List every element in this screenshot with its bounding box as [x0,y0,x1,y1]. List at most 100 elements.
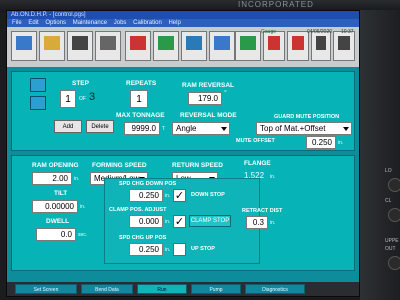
cycle-button[interactable] [181,31,207,61]
wrench-button[interactable] [209,31,235,61]
tool-icon [130,36,146,50]
step-down-arrow[interactable] [30,96,46,110]
hand-icon [338,36,350,50]
menu-bar: File Edit Options Maintenance Jobs Calib… [7,19,359,27]
person-button[interactable] [311,31,331,61]
menu-edit[interactable]: Edit [28,20,38,26]
ram-opening-value[interactable]: 2.00 [32,172,72,185]
side-button-lo[interactable] [388,178,400,192]
chevron-down-icon [221,127,227,131]
step-of-label: OF [79,96,86,102]
delete-step-button[interactable]: Delete [86,120,114,133]
guard-mute-value: Top of Mat.+Offset [260,124,326,133]
side-button-upper[interactable] [388,256,400,270]
step-label: STEP [72,80,89,87]
guard-mute-select[interactable]: Top of Mat.+Offset [256,122,352,135]
side-label-out: OUT [385,246,396,252]
flange-label: FLANGE [244,160,271,167]
reversal-mode-label: REVERSAL MODE [180,112,237,119]
spd-chg-up-value[interactable]: 0.250 [129,243,163,256]
tab-bend-data[interactable]: Bend Data [81,284,133,294]
tooling-button[interactable] [125,31,151,61]
save-disk-icon [72,36,88,50]
status-text: Gauge [261,29,277,35]
return-speed-label: RETURN SPEED [172,162,223,169]
mute-offset-label: MUTE OFFSET [236,138,275,144]
guard-mute-label: GUARD MUTE POSITION [274,114,340,120]
step-value[interactable]: 1 [60,90,76,108]
max-tonnage-unit: T [162,126,166,132]
step-panel: STEP 1 OF 3 Add Delete REPEATS 1 RAM REV… [11,71,355,151]
repeats-value[interactable]: 1 [130,90,148,108]
menu-options[interactable]: Options [45,20,66,26]
menu-calibration[interactable]: Calibration [133,20,162,26]
curve-icon [268,36,280,50]
up-stop-label: UP STOP [191,246,215,252]
step-total: 3 [89,91,96,103]
cycle-icon [186,36,202,50]
gauge-button[interactable] [153,31,179,61]
reversal-mode-select[interactable]: Angle [172,122,230,135]
spd-chg-up-label: SPD CHG UP POS [119,235,167,241]
chevron-down-icon [343,127,349,131]
side-button-cl[interactable] [388,208,400,222]
clamp-stop-button[interactable]: CLAMP STOP [189,215,231,227]
new-document-button[interactable] [11,31,37,61]
gauge-icon [158,36,174,50]
menu-help[interactable]: Help [168,20,180,26]
crossed-curve-icon [292,36,304,50]
max-tonnage-label: MAX TONNAGE [116,112,165,119]
person-icon [316,36,326,50]
tab-run[interactable]: Run [137,284,187,294]
menu-maintenance[interactable]: Maintenance [73,20,107,26]
clamp-pos-adjust-label: CLAMP POS. ADJUST [109,207,167,213]
tilt-value[interactable]: 0.00000 [32,200,78,213]
side-label-cl: CL [385,198,392,204]
mute-offset-value[interactable]: 0.250 [306,136,336,149]
hand-button[interactable] [333,31,355,61]
tilt-unit: in. [80,204,86,210]
open-folder-button[interactable] [39,31,65,61]
folder-icon [44,36,60,50]
toolbar: Gauge 04/06/2020 10:37 [7,27,359,68]
tab-pump[interactable]: Pump [191,284,241,294]
save-button[interactable] [67,31,93,61]
ram-reversal-unit: ° [224,90,227,97]
dwell-value[interactable]: 0.0 [36,228,76,241]
clamp-stop-checkbox[interactable]: ✓ [173,215,186,228]
max-tonnage-value[interactable]: 9999.0 [124,122,160,135]
spd-chg-down-value[interactable]: 0.250 [129,189,163,202]
menu-file[interactable]: File [12,20,22,26]
ram-opening-unit: in. [74,176,80,182]
window-title: Ab.ON.D.H.P. - [control.pgs] [7,11,359,19]
side-label-upper: UPPE [385,238,399,244]
curve-button[interactable] [263,31,285,61]
spd-chg-up-unit: in. [165,247,171,253]
flange-unit: in. [270,174,276,180]
document-icon [16,36,32,50]
dwell-unit: sec. [78,232,88,238]
retract-dist-value[interactable]: 0.3 [246,216,268,229]
bend-parameters-panel: RAM OPENING 2.00 in. FORMING SPEED Mediu… [11,155,355,271]
spd-chg-down-label: SPD CHG DOWN POS [119,181,177,187]
calculator-button[interactable] [95,31,121,61]
ram-opening-label: RAM OPENING [32,162,79,169]
retract-dist-unit: in. [270,220,276,226]
down-stop-checkbox[interactable]: ✓ [173,189,186,202]
step-up-arrow[interactable] [30,78,46,92]
tab-diagnostics[interactable]: Diagnostics [245,284,305,294]
menu-jobs[interactable]: Jobs [114,20,127,26]
status-date: 04/06/2020 [307,29,333,35]
repeats-label: REPEATS [126,80,157,87]
calculator-icon [100,36,116,50]
clamp-pos-adjust-value[interactable]: 0.000 [129,215,163,228]
graph-icon [240,36,256,50]
hmi-screen: Ab.ON.D.H.P. - [control.pgs] File Edit O… [6,10,360,297]
up-stop-checkbox[interactable] [173,243,186,256]
reversal-mode-value: Angle [176,124,197,133]
tab-set-screen[interactable]: Set Screen [15,284,77,294]
add-step-button[interactable]: Add [54,120,82,133]
crossed-curve-button[interactable] [287,31,309,61]
ram-reversal-value[interactable]: 179.0 [188,92,222,105]
graph-button[interactable] [235,31,261,61]
